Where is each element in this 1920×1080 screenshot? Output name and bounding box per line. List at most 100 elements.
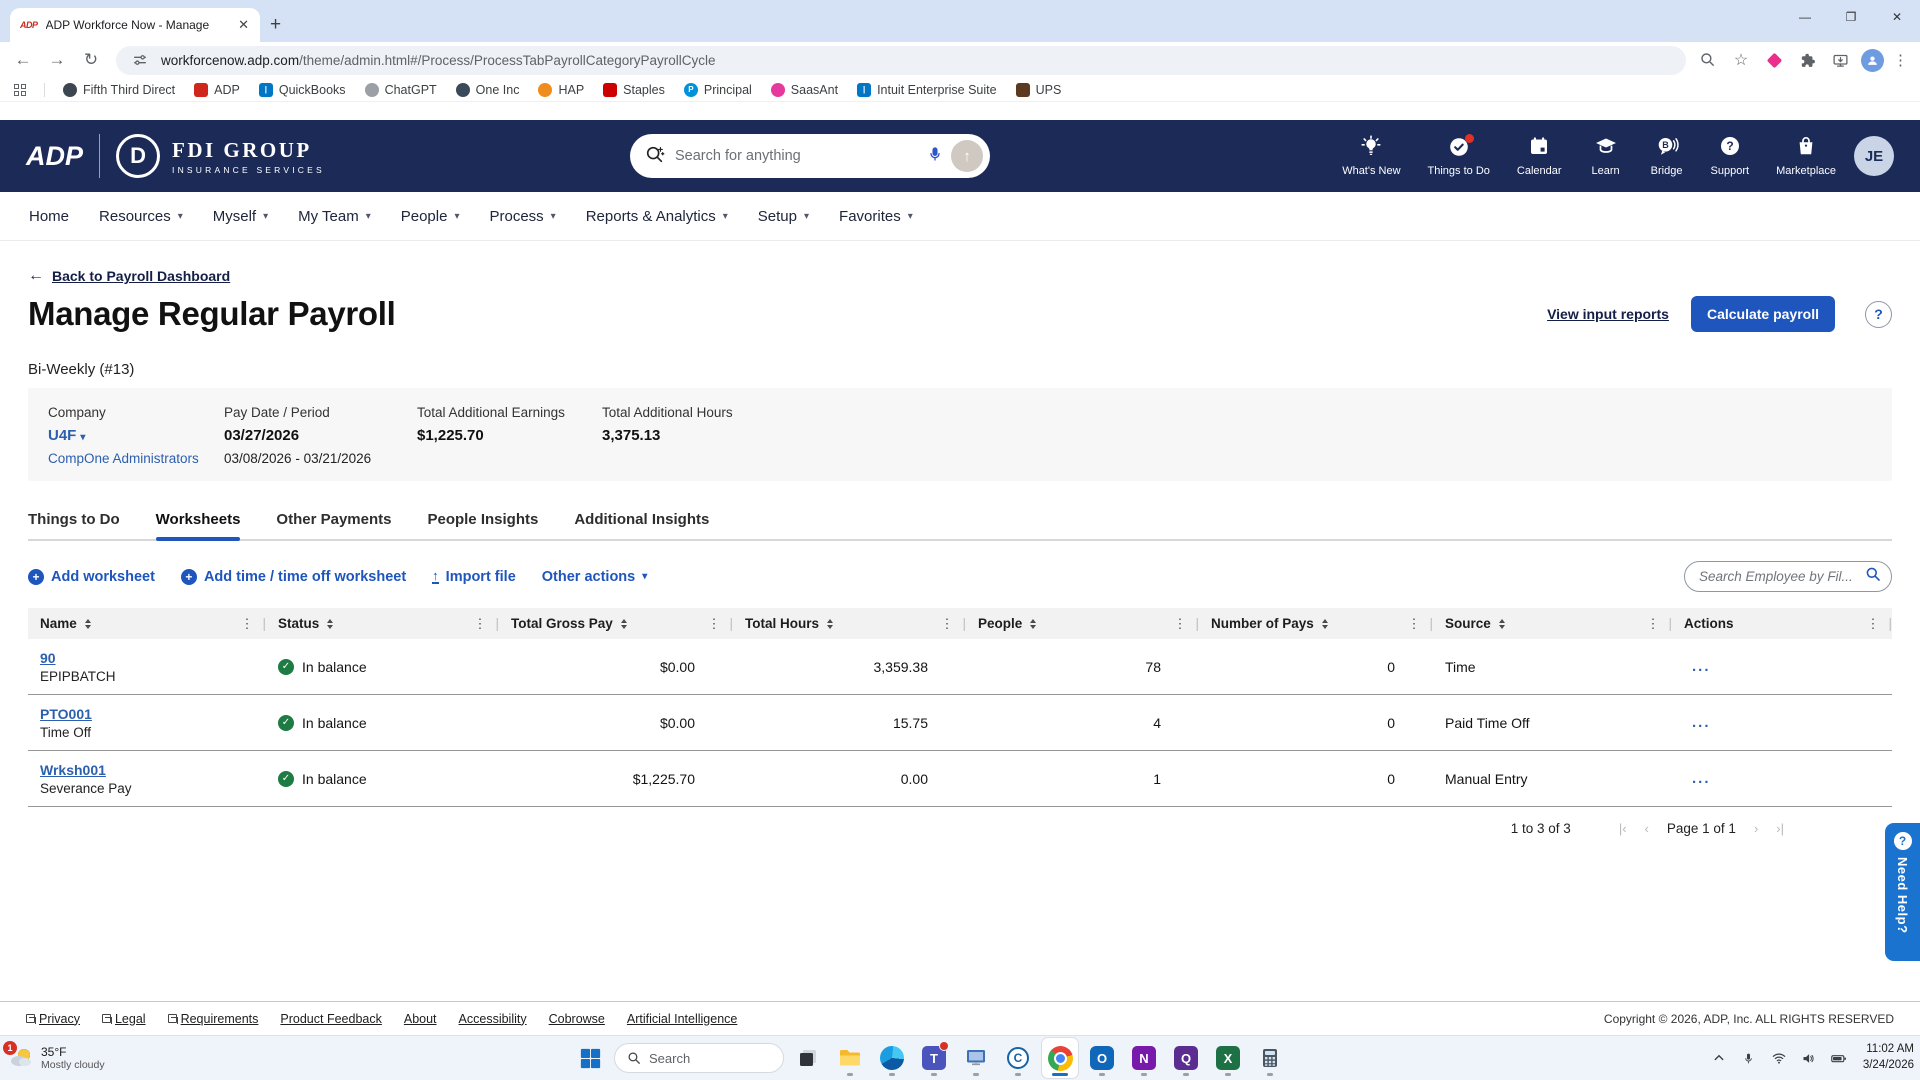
row-actions-button[interactable]: ... <box>1692 658 1711 675</box>
chrome-icon[interactable] <box>1042 1038 1078 1078</box>
search-icon[interactable] <box>1865 566 1881 587</box>
footer-link[interactable]: Product Feedback <box>280 1012 381 1026</box>
bookmark-item[interactable]: | QuickBooks <box>258 82 346 97</box>
company-selector[interactable]: U4F ▾ <box>48 427 224 444</box>
tab-item[interactable]: Worksheets <box>155 511 240 541</box>
taskbar-search[interactable] <box>614 1043 784 1073</box>
company-admin-link[interactable]: CompOne Administrators <box>48 451 224 466</box>
q-app-icon[interactable]: Q <box>1168 1038 1204 1078</box>
need-help-tab[interactable]: ? Need Help? <box>1885 823 1920 961</box>
last-page-button[interactable]: ›| <box>1776 821 1784 836</box>
onenote-icon[interactable]: N <box>1126 1038 1162 1078</box>
footer-link[interactable]: Artificial Intelligence <box>627 1012 737 1026</box>
edge-icon[interactable] <box>874 1038 910 1078</box>
other-actions-button[interactable]: Other actions ▾ <box>542 569 648 585</box>
column-menu-icon[interactable]: ⋮ <box>1173 616 1186 632</box>
header-icon-item[interactable]: Learn <box>1589 136 1623 177</box>
column-header[interactable]: People ⋮ | <box>966 608 1199 639</box>
bookmark-item[interactable]: UPS <box>1015 82 1061 97</box>
worksheet-link[interactable]: 90 <box>40 650 56 666</box>
column-header[interactable]: Status ⋮ | <box>266 608 499 639</box>
nav-item[interactable]: Process ▾ <box>474 192 570 240</box>
file-explorer-icon[interactable] <box>832 1038 868 1078</box>
site-settings-icon[interactable] <box>128 48 152 72</box>
pinned-extension-icon[interactable] <box>1762 48 1786 72</box>
worksheet-link[interactable]: PTO001 <box>40 706 92 722</box>
reload-button[interactable]: ↻ <box>76 45 106 75</box>
window-maximize-button[interactable]: ❐ <box>1828 0 1874 34</box>
global-search-input[interactable] <box>675 148 917 164</box>
nav-item[interactable]: My Team ▾ <box>283 192 386 240</box>
footer-link[interactable]: Accessibility <box>459 1012 527 1026</box>
header-icon-item[interactable]: ? Support <box>1711 136 1749 177</box>
column-header[interactable]: Total Hours ⋮ | <box>733 608 966 639</box>
next-page-button[interactable]: › <box>1754 821 1758 836</box>
column-header[interactable]: Actions ⋮ | <box>1672 608 1892 639</box>
search-submit-button[interactable]: ↑ <box>951 140 983 172</box>
row-actions-button[interactable]: ... <box>1692 714 1711 731</box>
nav-item[interactable]: Resources ▾ <box>84 192 198 240</box>
back-to-payroll-dashboard-link[interactable]: Back to Payroll Dashboard <box>52 268 230 284</box>
bookmark-item[interactable]: SaasAnt <box>770 82 838 97</box>
header-icon-item[interactable]: Calendar <box>1517 136 1562 177</box>
column-header[interactable]: Name ⋮ | <box>28 608 266 639</box>
bookmark-item[interactable]: HAP <box>538 82 584 97</box>
bookmark-item[interactable]: One Inc <box>455 82 519 97</box>
extensions-puzzle-icon[interactable] <box>1795 48 1819 72</box>
header-icon-item[interactable]: Things to Do <box>1428 133 1490 177</box>
tab-close-icon[interactable]: ✕ <box>235 17 252 33</box>
nav-item[interactable]: Reports & Analytics ▾ <box>571 192 743 240</box>
column-menu-icon[interactable]: ⋮ <box>1866 616 1879 632</box>
remote-desktop-icon[interactable] <box>958 1038 994 1078</box>
nav-item[interactable]: Myself ▾ <box>198 192 283 240</box>
tab-item[interactable]: Things to Do <box>28 511 120 539</box>
browser-tab[interactable]: ADP ADP Workforce Now - Manage ✕ <box>10 8 260 42</box>
column-menu-icon[interactable]: ⋮ <box>707 616 720 632</box>
bookmark-item[interactable]: Fifth Third Direct <box>63 82 175 97</box>
footer-link[interactable]: Requirements <box>167 1012 258 1026</box>
column-menu-icon[interactable]: ⋮ <box>240 616 253 632</box>
zoom-icon[interactable] <box>1696 48 1720 72</box>
footer-link[interactable]: Legal <box>101 1012 146 1026</box>
global-search[interactable]: ↑ <box>630 134 990 178</box>
task-view-icon[interactable] <box>790 1038 826 1078</box>
nav-item[interactable]: People ▾ <box>386 192 475 240</box>
taskbar-clock[interactable]: 11:02 AM 3/24/2026 <box>1863 1042 1914 1073</box>
tab-item[interactable]: People Insights <box>427 511 538 539</box>
import-file-button[interactable]: ↑ Import file <box>432 569 516 585</box>
column-header[interactable]: Source ⋮ | <box>1433 608 1672 639</box>
sort-icon[interactable] <box>1498 618 1505 629</box>
tab-item[interactable]: Additional Insights <box>574 511 709 539</box>
header-icon-item[interactable]: What's New <box>1342 134 1401 177</box>
microphone-icon[interactable] <box>927 146 943 167</box>
column-header[interactable]: Number of Pays ⋮ | <box>1199 608 1433 639</box>
bookmark-item[interactable]: ADP <box>194 82 240 97</box>
previous-page-button[interactable]: ‹ <box>1645 821 1649 836</box>
apps-grid-icon[interactable] <box>14 83 26 96</box>
sort-icon[interactable] <box>1030 618 1037 629</box>
send-to-device-icon[interactable] <box>1828 48 1852 72</box>
bookmark-item[interactable]: Staples <box>603 82 665 97</box>
tray-volume-icon[interactable] <box>1799 1046 1819 1070</box>
add-time-worksheet-button[interactable]: + Add time / time off worksheet <box>180 568 406 585</box>
employee-search[interactable] <box>1684 561 1892 592</box>
tray-mic-icon[interactable] <box>1739 1046 1759 1070</box>
nav-item[interactable]: Home <box>14 192 84 240</box>
row-actions-button[interactable]: ... <box>1692 770 1711 787</box>
window-close-button[interactable]: ✕ <box>1874 0 1920 34</box>
tray-battery-icon[interactable] <box>1829 1046 1849 1070</box>
column-menu-icon[interactable]: ⋮ <box>1407 616 1420 632</box>
nav-item[interactable]: Favorites ▾ <box>824 192 928 240</box>
back-button[interactable]: ← <box>8 45 38 75</box>
c-app-icon[interactable]: C <box>1000 1038 1036 1078</box>
footer-link[interactable]: Privacy <box>26 1012 80 1026</box>
window-minimize-button[interactable]: — <box>1782 0 1828 34</box>
browser-profile-avatar[interactable] <box>1861 48 1884 72</box>
column-menu-icon[interactable]: ⋮ <box>473 616 486 632</box>
address-bar[interactable]: workforcenow.adp.com/theme/admin.html#/P… <box>116 45 1686 75</box>
excel-icon[interactable]: X <box>1210 1038 1246 1078</box>
start-button[interactable] <box>572 1038 608 1078</box>
calculate-payroll-button[interactable]: Calculate payroll <box>1690 296 1835 332</box>
bookmark-item[interactable]: | Intuit Enterprise Suite <box>857 82 997 97</box>
tab-item[interactable]: Other Payments <box>276 511 391 539</box>
